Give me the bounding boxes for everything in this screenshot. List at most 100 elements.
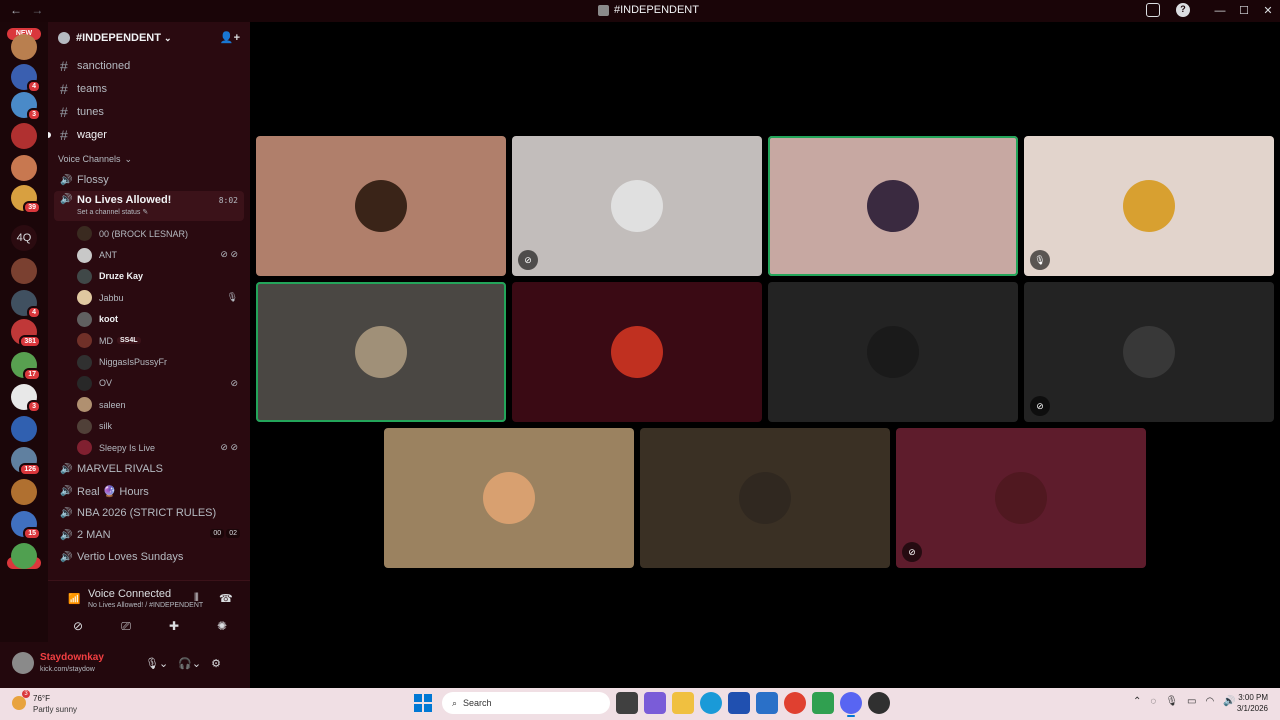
outlook-icon[interactable]: [756, 692, 778, 714]
voice-member[interactable]: Sleepy Is Live ⊘ ⊘: [48, 437, 250, 458]
username[interactable]: Staydownkay: [40, 652, 104, 663]
text-channel-wager[interactable]: # wager: [48, 123, 250, 146]
voice-category[interactable]: Voice Channels ⌄: [48, 149, 250, 169]
obs-icon[interactable]: [868, 692, 890, 714]
server-icon[interactable]: [11, 543, 37, 569]
server-header[interactable]: #INDEPENDENT ⌄ 👤+: [48, 22, 250, 54]
voice-connected-label[interactable]: Voice Connected: [88, 588, 171, 600]
voice-member[interactable]: koot: [48, 309, 250, 330]
taskbar-search[interactable]: ⌕ Search: [442, 692, 610, 714]
minimize-button[interactable]: —: [1208, 0, 1232, 22]
voice-member[interactable]: ANT ⊘ ⊘: [48, 244, 250, 265]
forward-icon[interactable]: →: [31, 3, 43, 17]
activities-button[interactable]: ✚: [154, 615, 194, 637]
voice-channel[interactable]: 🔊 NBA 2026 (STRICT RULES): [48, 502, 250, 524]
inbox-icon[interactable]: [1146, 3, 1160, 17]
store-icon[interactable]: [728, 692, 750, 714]
voice-channel-selected[interactable]: 🔊 No Lives Allowed! 8:02 Set a channel s…: [54, 191, 244, 221]
voice-member[interactable]: MD SS4L: [48, 330, 250, 351]
voice-channel[interactable]: 🔊 2 MAN 00 02: [48, 524, 250, 546]
participant-tile[interactable]: 🎙: [1024, 136, 1274, 276]
server-icon[interactable]: 3: [11, 92, 41, 121]
headphones-icon[interactable]: 🎧⌄: [178, 657, 201, 670]
member-name: koot: [99, 314, 118, 325]
voice-channel[interactable]: 🔊 Vertio Loves Sundays: [48, 546, 250, 568]
server-icon[interactable]: [11, 34, 37, 60]
server-icon[interactable]: [11, 258, 37, 284]
channel-status-prompt[interactable]: Set a channel status ✎: [77, 208, 148, 216]
titlebar-tools: ?: [1146, 3, 1190, 17]
close-button[interactable]: ✕: [1256, 0, 1280, 22]
server-icon[interactable]: 4: [11, 290, 41, 319]
voice-member[interactable]: Druze Kay: [48, 266, 250, 287]
voice-channel[interactable]: 🔊 Real 🔮 Hours: [48, 480, 250, 502]
chevron-up-icon[interactable]: ⌃: [1133, 696, 1141, 707]
app-arrow-icon[interactable]: [812, 692, 834, 714]
text-channel-tunes[interactable]: # tunes: [48, 100, 250, 123]
participant-tile[interactable]: ⊘: [896, 428, 1146, 568]
windows-start-icon[interactable]: [414, 694, 432, 712]
gear-icon[interactable]: ⚙: [211, 657, 221, 670]
display-icon[interactable]: ▭: [1187, 696, 1196, 707]
chrome-icon[interactable]: [784, 692, 806, 714]
participant-tile[interactable]: ⊘: [1024, 282, 1274, 422]
voice-channel[interactable]: 🔊 Flossy: [48, 169, 250, 191]
server-icon[interactable]: 381: [11, 319, 41, 348]
disconnect-icon[interactable]: ☎: [219, 592, 233, 605]
camera-off-button[interactable]: ⊘: [58, 615, 98, 637]
avatar[interactable]: [12, 652, 34, 674]
text-channel-sanctioned[interactable]: # sanctioned: [48, 54, 250, 77]
soundboard-button[interactable]: ✺: [202, 615, 242, 637]
participant-tile[interactable]: [640, 428, 890, 568]
screen-share-button[interactable]: ⎚: [106, 615, 146, 637]
task-view-icon[interactable]: [616, 692, 638, 714]
voice-member[interactable]: OV ⊘: [48, 373, 250, 394]
voice-member[interactable]: Jabbu 🎙: [48, 287, 250, 308]
voice-member[interactable]: NiggasIsPussyFr: [48, 351, 250, 372]
participant-tile[interactable]: [256, 282, 506, 422]
help-icon[interactable]: ?: [1176, 3, 1190, 17]
voice-channels-bottom: 🔊 MARVEL RIVALS 🔊 Real 🔮 Hours 🔊 NBA 2026 (ST…: [48, 458, 250, 568]
voice-member[interactable]: saleen: [48, 394, 250, 415]
server-icon[interactable]: 4Q: [11, 225, 37, 251]
voice-member[interactable]: 00 (BROCK LESNAR): [48, 223, 250, 244]
voice-channel[interactable]: 🔊 MARVEL RIVALS: [48, 458, 250, 480]
add-member-icon[interactable]: 👤+: [220, 31, 240, 44]
muted-icon: ⊘ ⊘: [220, 441, 238, 452]
avatar: [77, 226, 92, 242]
mic-tray-icon[interactable]: 🎙: [1165, 696, 1178, 707]
participant-tile[interactable]: [768, 282, 1018, 422]
server-icon[interactable]: [11, 155, 37, 181]
server-icon[interactable]: [11, 123, 37, 149]
server-icon[interactable]: 17: [11, 352, 41, 381]
server-icon[interactable]: 39: [11, 185, 41, 214]
edge-icon[interactable]: [700, 692, 722, 714]
participant-tile[interactable]: ⊘: [512, 136, 762, 276]
maximize-button[interactable]: ☐: [1232, 0, 1256, 22]
server-icon[interactable]: 4: [11, 64, 41, 93]
voice-member[interactable]: silk: [48, 416, 250, 437]
copilot-icon[interactable]: [644, 692, 666, 714]
noise-suppression-icon[interactable]: ⦀: [194, 592, 199, 605]
network-icon[interactable]: ◌: [1150, 696, 1156, 707]
count-pill: 00: [210, 529, 225, 539]
participant-tile[interactable]: [256, 136, 506, 276]
participant-tile[interactable]: [384, 428, 634, 568]
microphone-icon[interactable]: 🎙⌄: [145, 657, 168, 670]
file-explorer-icon[interactable]: [672, 692, 694, 714]
participant-tile[interactable]: [768, 136, 1018, 276]
discord-icon[interactable]: [840, 692, 862, 717]
window-controls: — ☐ ✕: [1208, 0, 1280, 22]
server-icon[interactable]: 126: [11, 447, 41, 476]
server-icon[interactable]: [11, 416, 37, 442]
participant-tile[interactable]: [512, 282, 762, 422]
call-timer: 8:02: [218, 196, 238, 205]
wifi-icon[interactable]: ◠: [1206, 696, 1215, 707]
server-icon[interactable]: 3: [11, 384, 41, 413]
connection-signal-icon[interactable]: 📶: [68, 594, 80, 605]
server-icon[interactable]: [11, 479, 37, 505]
taskbar-clock[interactable]: 3:00 PM 3/1/2026: [1232, 692, 1268, 714]
server-icon[interactable]: 15: [11, 511, 41, 540]
back-icon[interactable]: ←: [10, 3, 22, 17]
text-channel-teams[interactable]: # teams: [48, 77, 250, 100]
